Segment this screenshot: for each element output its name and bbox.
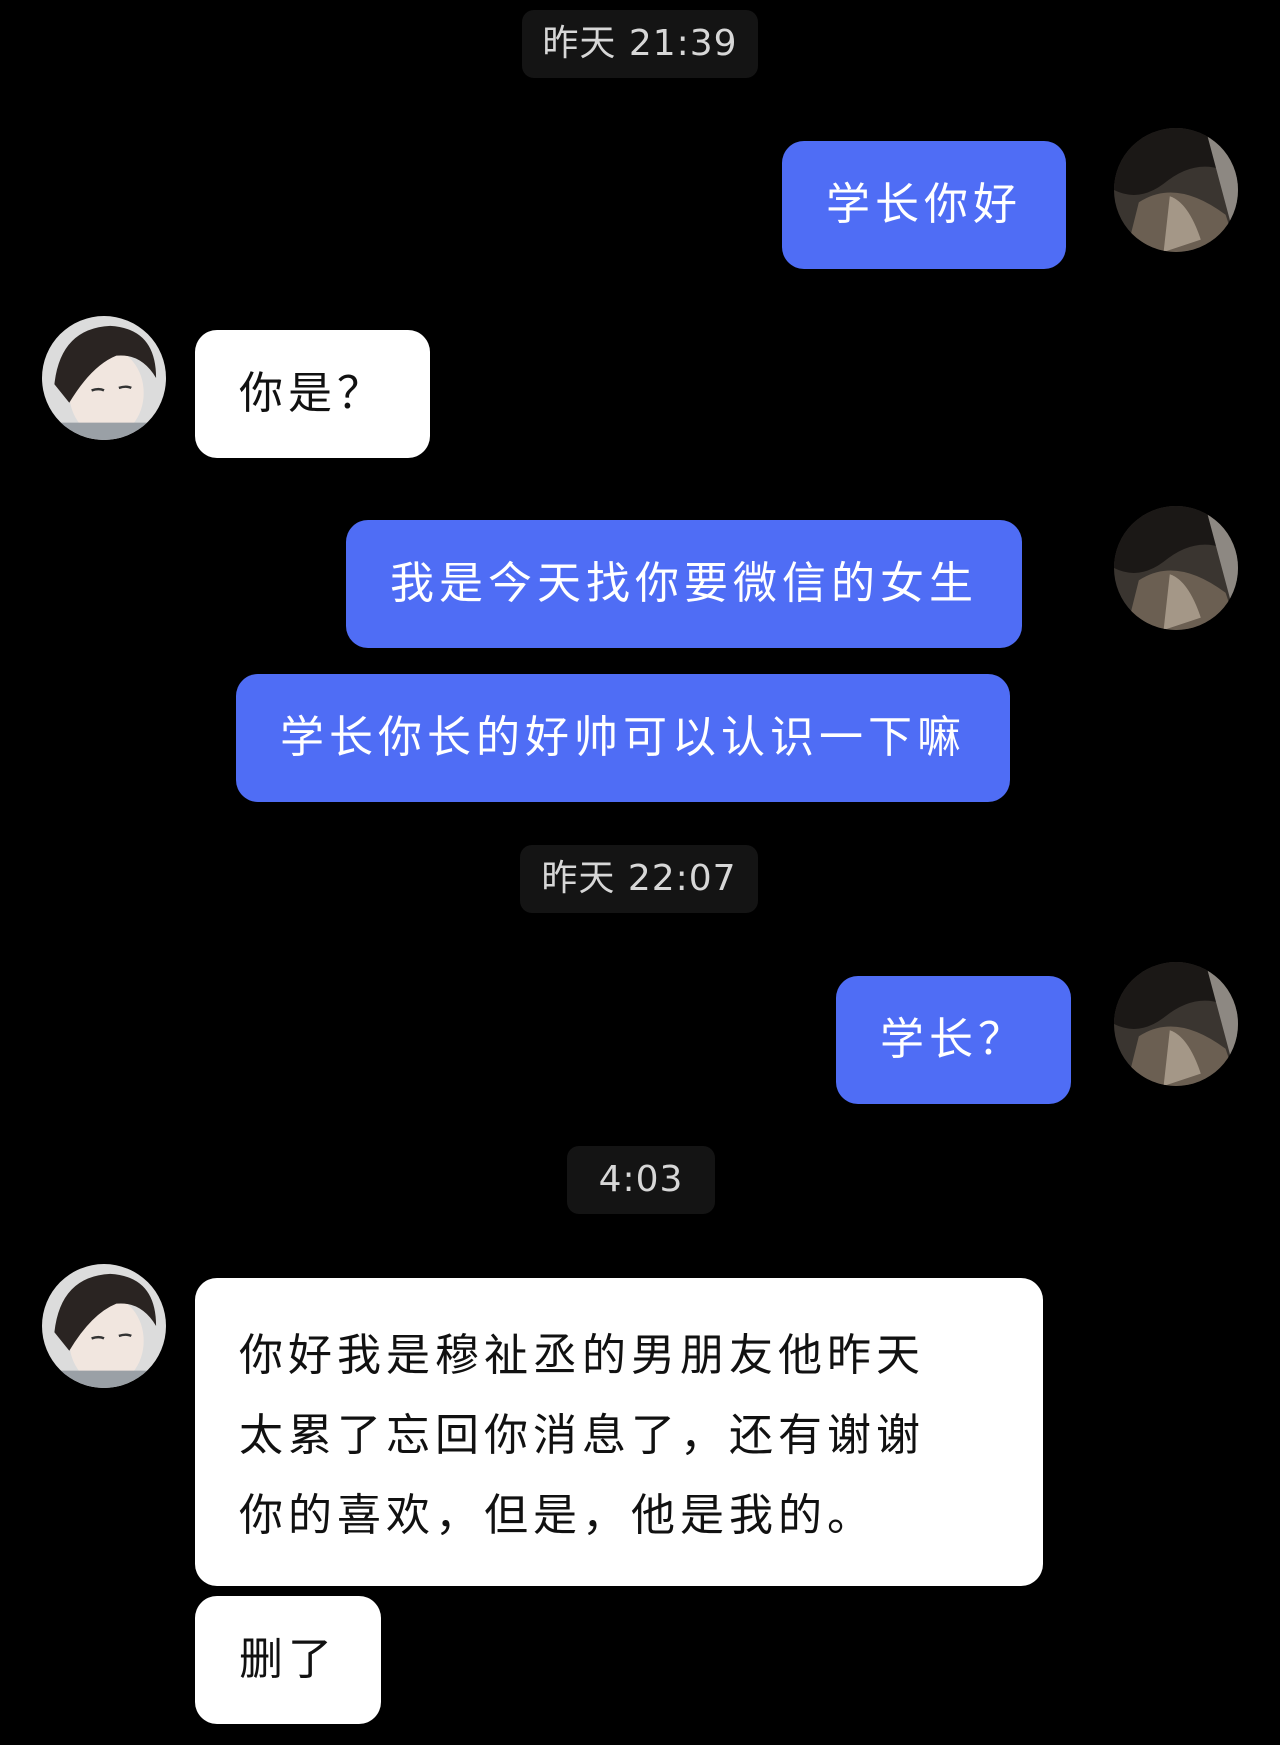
my-avatar[interactable]	[1114, 506, 1238, 630]
contact-avatar[interactable]	[42, 316, 166, 440]
outgoing-message[interactable]: 学长？	[836, 976, 1071, 1104]
message-line: 你好我是穆祉丞的男朋友他昨天	[239, 1330, 925, 1381]
avatar-image-contact	[42, 316, 166, 440]
outgoing-message[interactable]: 我是今天找你要微信的女生	[346, 520, 1022, 648]
avatar-image-self	[1114, 962, 1238, 1086]
avatar-image-self	[1114, 128, 1238, 252]
timestamp: 昨天 22:07	[520, 845, 758, 913]
incoming-message[interactable]: 你好我是穆祉丞的男朋友他昨天 太累了忘回你消息了，还有谢谢 你的喜欢，但是，他是…	[195, 1278, 1043, 1586]
avatar-image-self	[1114, 506, 1238, 630]
avatar-image-contact	[42, 1264, 166, 1388]
my-avatar[interactable]	[1114, 128, 1238, 252]
chat-view: 昨天 21:39 学长你好 你是？ 我是今天找你要微信的女生 学长你长的好帅可以…	[0, 0, 1280, 1745]
incoming-message[interactable]: 删了	[195, 1596, 381, 1724]
timestamp: 4:03	[567, 1146, 715, 1214]
outgoing-message[interactable]: 学长你长的好帅可以认识一下嘛	[236, 674, 1010, 802]
contact-avatar[interactable]	[42, 1264, 166, 1388]
my-avatar[interactable]	[1114, 962, 1238, 1086]
incoming-message[interactable]: 你是？	[195, 330, 430, 458]
message-line: 太累了忘回你消息了，还有谢谢	[239, 1410, 925, 1461]
timestamp: 昨天 21:39	[522, 10, 758, 78]
message-line: 你的喜欢，但是，他是我的。	[239, 1490, 876, 1541]
outgoing-message[interactable]: 学长你好	[782, 141, 1066, 269]
